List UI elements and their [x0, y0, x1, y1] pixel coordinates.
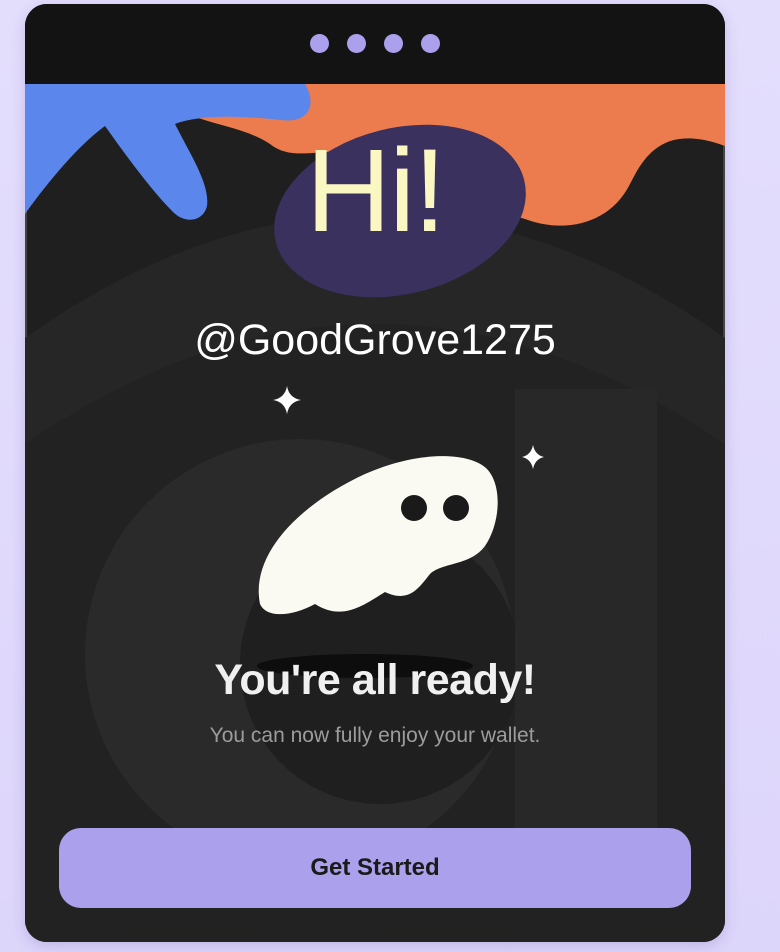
ghost-mascot-eye-left — [401, 495, 427, 521]
pagination-dot-2 — [347, 33, 366, 53]
greeting-text: Hi! — [305, 125, 446, 257]
pagination-dots — [310, 33, 440, 53]
status-description: You can now fully enjoy your wallet. — [209, 724, 541, 747]
top-bar — [25, 4, 725, 84]
status-headline: You're all ready! — [214, 656, 536, 704]
ghost-mascot-eye-right — [443, 495, 469, 521]
pagination-dot-3 — [384, 33, 403, 53]
page-background: Hi! @GoodGrove1275 You're all ready! You… — [0, 0, 780, 952]
onboarding-card: Hi! @GoodGrove1275 You're all ready! You… — [25, 4, 725, 942]
pagination-dot-4 — [421, 33, 440, 53]
get-started-button[interactable]: Get Started — [59, 828, 691, 908]
username-handle: @GoodGrove1275 — [194, 316, 556, 364]
pagination-dot-1 — [310, 33, 329, 53]
